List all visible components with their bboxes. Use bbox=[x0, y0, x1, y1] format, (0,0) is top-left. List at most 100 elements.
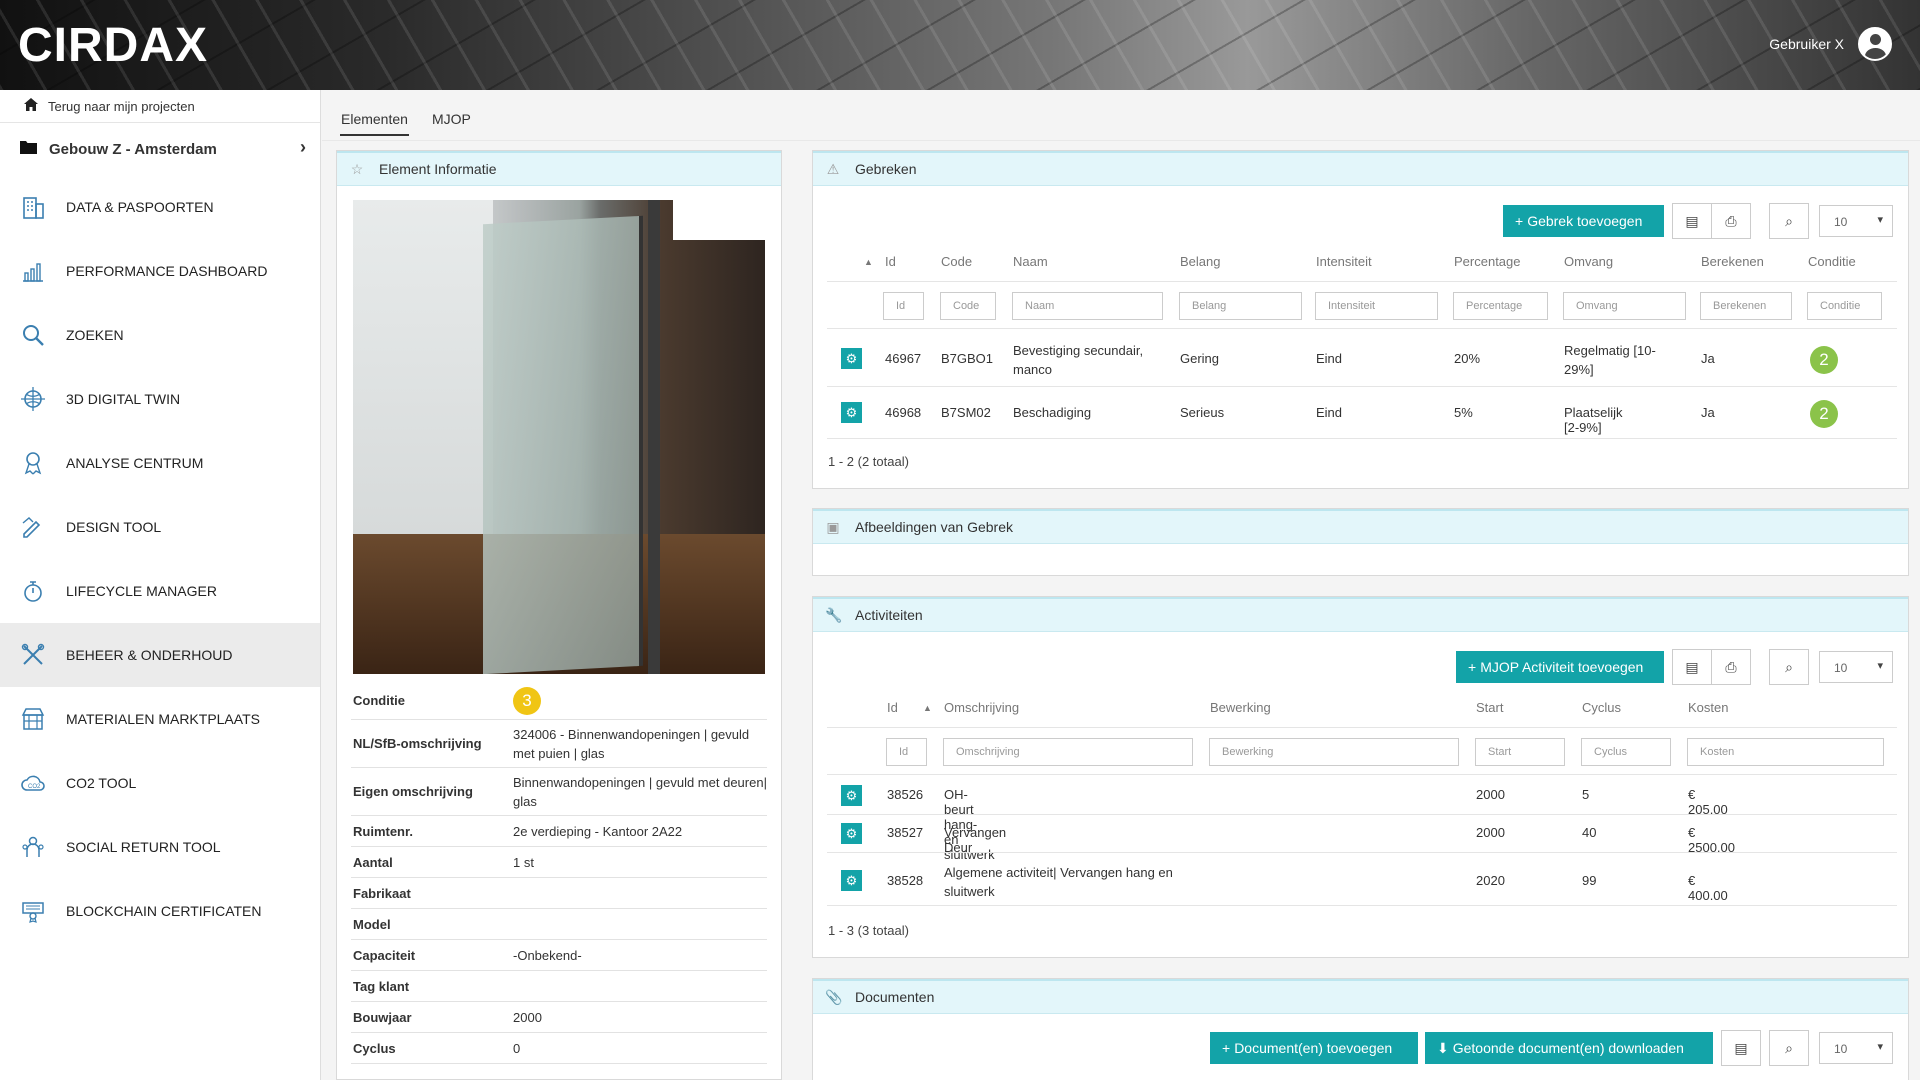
tab-elementen[interactable]: Elementen bbox=[340, 108, 409, 136]
add-gebrek-button[interactable]: + Gebrek toevoegen bbox=[1503, 205, 1664, 237]
gear-icon[interactable]: ⚙ bbox=[841, 785, 862, 806]
page-size-select[interactable]: 10 bbox=[1819, 1032, 1893, 1064]
col-naam[interactable]: Naam bbox=[1013, 254, 1048, 269]
filter-omschrijving[interactable]: Omschrijving bbox=[943, 738, 1193, 766]
user-menu[interactable]: Gebruiker X bbox=[1769, 27, 1892, 61]
filter-omvang[interactable]: Omvang bbox=[1563, 292, 1686, 320]
home-icon bbox=[24, 98, 38, 114]
col-belang[interactable]: Belang bbox=[1180, 254, 1220, 269]
nav-zoeken[interactable]: ZOEKEN bbox=[0, 303, 320, 367]
tab-mjop[interactable]: MJOP bbox=[431, 108, 472, 136]
cell-id: 46967 bbox=[885, 351, 922, 366]
nav-design-tool[interactable]: DESIGN TOOL bbox=[0, 495, 320, 559]
info-value: 2e verdieping - Kantoor 2A22 bbox=[513, 823, 683, 839]
photo-door-frame bbox=[648, 200, 660, 674]
filter-code[interactable]: Code bbox=[940, 292, 996, 320]
nav-label: ZOEKEN bbox=[66, 327, 124, 343]
nav-performance-dashboard[interactable]: PERFORMANCE DASHBOARD bbox=[0, 239, 320, 303]
col-bewerking[interactable]: Bewerking bbox=[1210, 700, 1271, 715]
plus-icon: + bbox=[1515, 213, 1524, 229]
export-excel-icon[interactable]: ▤ bbox=[1721, 1030, 1761, 1066]
export-excel-icon[interactable]: ▤ bbox=[1672, 203, 1712, 239]
sort-asc-icon[interactable]: ▲ bbox=[923, 703, 932, 713]
nav-social-return-tool[interactable]: SOCIAL RETURN TOOL bbox=[0, 815, 320, 879]
sort-asc-icon[interactable]: ▲ bbox=[864, 257, 873, 267]
nav-materialen-marktplaats[interactable]: MATERIALEN MARKTPLAATS bbox=[0, 687, 320, 751]
filter-start[interactable]: Start bbox=[1475, 738, 1565, 766]
cell-naam: Beschadiging bbox=[1013, 405, 1092, 420]
star-icon[interactable]: ☆ bbox=[349, 161, 365, 178]
col-id[interactable]: Id bbox=[887, 700, 898, 715]
nav-lifecycle-manager[interactable]: LIFECYCLE MANAGER bbox=[0, 559, 320, 623]
user-name[interactable]: Gebruiker X bbox=[1769, 36, 1844, 52]
gear-icon[interactable]: ⚙ bbox=[841, 348, 862, 369]
page-size-select[interactable]: 10 bbox=[1819, 205, 1893, 237]
filter-kosten[interactable]: Kosten bbox=[1687, 738, 1884, 766]
condition-badge: 3 bbox=[513, 686, 541, 715]
col-id[interactable]: Id bbox=[885, 254, 896, 269]
nav-label: DATA & PASPOORTEN bbox=[66, 199, 214, 215]
download-documents-button[interactable]: ⬇ Getoonde document(en) downloaden bbox=[1425, 1032, 1713, 1064]
nav-beheer-onderhoud[interactable]: BEHEER & ONDERHOUD bbox=[0, 623, 320, 687]
cell-berekenen: Ja bbox=[1701, 405, 1715, 420]
documenten-header: 📎 Documenten bbox=[813, 979, 1908, 1014]
project-selector[interactable]: Gebouw Z - Amsterdam › bbox=[0, 123, 320, 175]
header-divider bbox=[827, 281, 1897, 282]
info-row: Eigen omschrijving Binnenwandopeningen |… bbox=[351, 768, 767, 816]
col-intensiteit[interactable]: Intensiteit bbox=[1316, 254, 1372, 269]
col-cyclus[interactable]: Cyclus bbox=[1582, 700, 1621, 715]
export-excel-icon[interactable]: ▤ bbox=[1672, 649, 1712, 685]
col-start[interactable]: Start bbox=[1476, 700, 1503, 715]
nav-3d-digital-twin[interactable]: 3D DIGITAL TWIN bbox=[0, 367, 320, 431]
activiteiten-pagination: 1 - 3 (3 totaal) bbox=[828, 923, 909, 938]
cirdax-logo[interactable]: CIRDAX bbox=[18, 18, 208, 73]
filter-intensiteit[interactable]: Intensiteit bbox=[1315, 292, 1438, 320]
col-berekenen[interactable]: Berekenen bbox=[1701, 254, 1764, 269]
element-photo[interactable] bbox=[353, 200, 765, 674]
col-omvang[interactable]: Omvang bbox=[1564, 254, 1613, 269]
filter-percentage[interactable]: Percentage bbox=[1453, 292, 1548, 320]
cell-omschrijving: Algemene activiteit| Vervangen hang en s… bbox=[944, 865, 1173, 899]
award-icon bbox=[20, 450, 46, 476]
print-icon[interactable]: ⎙ bbox=[1711, 203, 1751, 239]
info-value: 0 bbox=[513, 1040, 521, 1056]
nav-data-paspoorten[interactable]: DATA & PASPOORTEN bbox=[0, 175, 320, 239]
back-to-projects-link[interactable]: Terug naar mijn projecten bbox=[0, 90, 320, 123]
nav-analyse-centrum[interactable]: ANALYSE CENTRUM bbox=[0, 431, 320, 495]
filter-id[interactable]: Id bbox=[886, 738, 927, 766]
reset-filter-icon[interactable]: ⌕ bbox=[1769, 649, 1809, 685]
gear-icon[interactable]: ⚙ bbox=[841, 402, 862, 423]
filter-naam[interactable]: Naam bbox=[1012, 292, 1163, 320]
filter-belang[interactable]: Belang bbox=[1179, 292, 1302, 320]
col-percentage[interactable]: Percentage bbox=[1454, 254, 1521, 269]
download-icon: ⬇ bbox=[1437, 1039, 1449, 1056]
user-avatar-icon[interactable] bbox=[1858, 27, 1892, 61]
filter-cyclus[interactable]: Cyclus bbox=[1581, 738, 1671, 766]
element-info-header: ☆ Element Informatie bbox=[337, 151, 781, 186]
nav-co2-tool[interactable]: CO2 CO2 TOOL bbox=[0, 751, 320, 815]
condition-badge: 2 bbox=[1810, 400, 1838, 428]
add-activiteit-button[interactable]: + MJOP Activiteit toevoegen bbox=[1456, 651, 1664, 683]
col-conditie[interactable]: Conditie bbox=[1808, 254, 1856, 269]
reset-filter-icon[interactable]: ⌕ bbox=[1769, 1030, 1809, 1066]
gear-icon[interactable]: ⚙ bbox=[841, 823, 862, 844]
filter-berekenen[interactable]: Berekenen bbox=[1700, 292, 1792, 320]
col-omschrijving[interactable]: Omschrijving bbox=[944, 700, 1019, 715]
cell-start: 2000 bbox=[1476, 825, 1505, 840]
add-activiteit-label: MJOP Activiteit toevoegen bbox=[1480, 659, 1644, 675]
cell-kosten: € 2500.00 bbox=[1688, 825, 1735, 855]
filter-id[interactable]: Id bbox=[883, 292, 924, 320]
nav-label: BLOCKCHAIN CERTIFICATEN bbox=[66, 903, 262, 919]
col-code[interactable]: Code bbox=[941, 254, 972, 269]
page-size-select[interactable]: 10 bbox=[1819, 651, 1893, 683]
filter-bewerking[interactable]: Bewerking bbox=[1209, 738, 1459, 766]
col-kosten[interactable]: Kosten bbox=[1688, 700, 1728, 715]
print-icon[interactable]: ⎙ bbox=[1711, 649, 1751, 685]
cell-code: B7SM02 bbox=[941, 405, 991, 420]
add-document-button[interactable]: + Document(en) toevoegen bbox=[1210, 1032, 1418, 1064]
nav-blockchain-certificaten[interactable]: BLOCKCHAIN CERTIFICATEN bbox=[0, 879, 320, 943]
reset-filter-icon[interactable]: ⌕ bbox=[1769, 203, 1809, 239]
gear-icon[interactable]: ⚙ bbox=[841, 870, 862, 891]
wrench-icon: 🔧 bbox=[825, 606, 843, 623]
filter-conditie[interactable]: Conditie bbox=[1807, 292, 1882, 320]
